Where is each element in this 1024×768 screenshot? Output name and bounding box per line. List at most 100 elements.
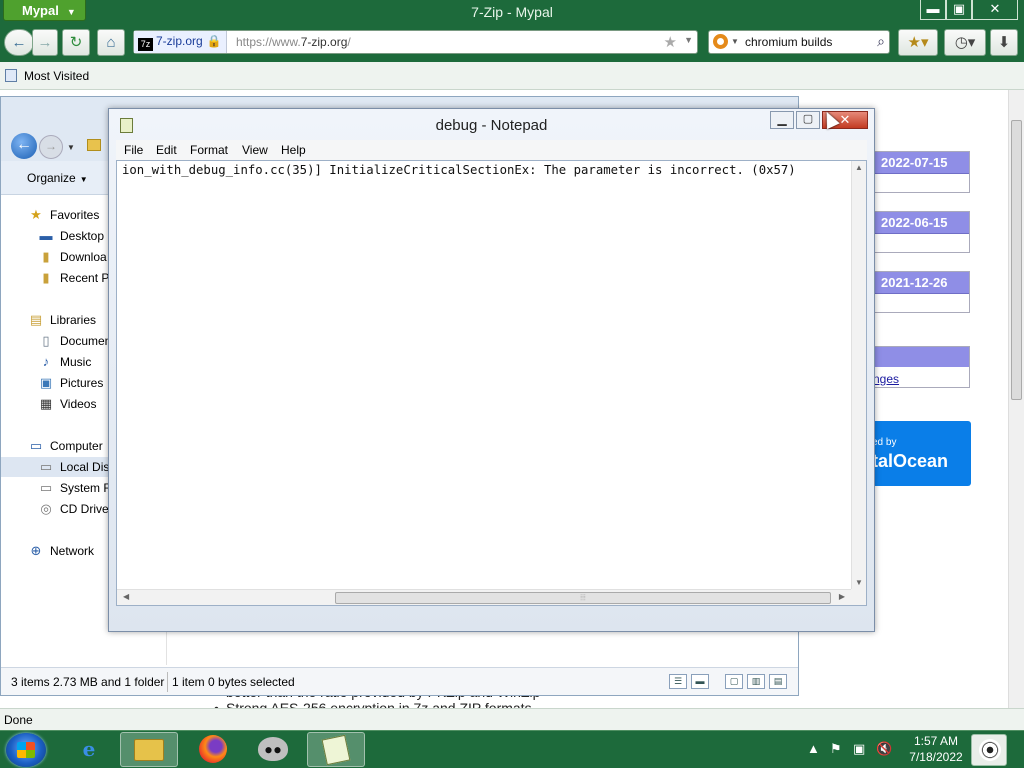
internet-explorer-icon: e	[82, 737, 96, 761]
url-suffix: /	[347, 35, 351, 49]
network-icon: ⊕	[30, 543, 42, 558]
downloads-button[interactable]: ⬇	[990, 29, 1018, 56]
nav-label: Computer	[50, 439, 103, 453]
url-text[interactable]: https://www.7-zip.org/	[236, 35, 351, 49]
taskbar-browser[interactable]	[184, 732, 242, 767]
reload-icon: ↻	[69, 34, 83, 51]
scroll-up-icon[interactable]: ▲	[855, 163, 863, 172]
cd-drive-icon: ◎	[40, 501, 52, 516]
taskbar-notepad[interactable]	[307, 732, 365, 767]
explorer-back-button[interactable]: ←	[11, 133, 37, 159]
news-item: 2022-06-15	[872, 211, 970, 253]
soccer-ball-icon	[979, 739, 1001, 761]
details-pane-icon[interactable]: ▥	[747, 674, 765, 689]
preview-pane-icon[interactable]: ▢	[725, 674, 743, 689]
star-icon: ★	[30, 207, 42, 222]
show-hidden-icons[interactable]: ▲	[807, 741, 820, 756]
action-center-flag-icon[interactable]: ⚑	[830, 741, 842, 757]
desktop-icon: ▬	[39, 228, 53, 243]
history-button[interactable]: ◷▾	[944, 29, 986, 56]
navigation-toolbar: ← → ↻ ⌂ 7z 7-zip.org 🔒 https://www.7-zip.o…	[0, 24, 1024, 62]
changes-link[interactable]: nges	[873, 372, 899, 386]
search-icon[interactable]: ⌕	[877, 33, 885, 50]
organize-menu[interactable]: Organize ▼	[27, 171, 88, 185]
nav-label: Desktop	[60, 229, 105, 243]
sponsor-banner[interactable]: ed by talOcean	[872, 421, 971, 486]
bookmarks-menu-button[interactable]: ★▾	[898, 29, 938, 56]
chevron-down-icon[interactable]: ▼	[67, 143, 75, 152]
text-line: ion_with_debug_info.cc(35)] InitializeCr…	[122, 163, 796, 177]
close-button[interactable]: ✕	[972, 0, 1018, 20]
layout-icon[interactable]: ▤	[769, 674, 787, 689]
explorer-forward-button[interactable]: →	[39, 135, 63, 159]
music-icon: ♪	[42, 354, 50, 369]
videos-icon: ▦	[39, 396, 53, 411]
notepad-icon	[321, 734, 351, 766]
minimize-button[interactable]: ▬	[920, 0, 946, 20]
taskbar-internet-explorer[interactable]: e	[60, 732, 118, 767]
back-button[interactable]: ←	[4, 29, 34, 56]
start-button[interactable]	[6, 733, 46, 767]
organize-label: Organize	[27, 171, 76, 185]
most-visited-link[interactable]: Most Visited	[24, 69, 89, 83]
home-icon: ⌂	[106, 34, 116, 51]
sponsor-name: talOcean	[872, 451, 949, 471]
minimize-button[interactable]: ▁	[770, 111, 794, 129]
details-view-icon[interactable]: ☰	[669, 674, 687, 689]
bookmark-star-icon[interactable]: ★	[664, 33, 677, 51]
computer-icon: ▭	[29, 438, 43, 453]
scrollbar-thumb[interactable]: ⦙⦙⦙	[335, 592, 831, 604]
clock-icon: ◷▾	[954, 34, 976, 51]
disk-icon: ▭	[39, 480, 53, 495]
network-status-icon[interactable]: ▣	[853, 741, 865, 757]
search-engine-icon[interactable]	[713, 34, 728, 49]
menu-edit[interactable]: Edit	[156, 143, 177, 157]
volume-muted-icon[interactable]: 🔇	[876, 741, 892, 757]
recent-places-icon: ▮	[42, 270, 50, 285]
scroll-down-icon[interactable]: ▼	[855, 578, 863, 587]
chevron-down-icon[interactable]: ▼	[731, 37, 739, 46]
home-button[interactable]: ⌂	[97, 29, 125, 56]
maximize-button[interactable]: ▣	[946, 0, 972, 20]
libraries-icon: ▤	[29, 312, 43, 327]
page-scrollbar[interactable]	[1008, 90, 1024, 708]
scroll-right-icon[interactable]: ▶	[839, 592, 845, 601]
text-editor[interactable]: ion_with_debug_info.cc(35)] InitializeCr…	[116, 160, 867, 606]
windows-logo-icon	[17, 742, 35, 758]
firefox-icon	[199, 735, 227, 763]
vertical-scrollbar[interactable]: ▲ ▼	[851, 161, 866, 589]
show-desktop-button[interactable]	[971, 734, 1007, 766]
menu-file[interactable]: File	[124, 143, 143, 157]
site-identity-button[interactable]: 7z 7-zip.org 🔒	[134, 31, 227, 53]
taskbar-file-explorer[interactable]	[120, 732, 178, 767]
bookmarks-icon: ★▾	[907, 34, 929, 51]
horizontal-scrollbar[interactable]: ◀ ⦙⦙⦙ ▶	[117, 589, 851, 605]
scroll-left-icon[interactable]: ◀	[123, 592, 129, 601]
forward-button[interactable]: →	[32, 29, 58, 56]
clock-time[interactable]: 1:57 AM	[906, 734, 966, 748]
resize-grip[interactable]	[851, 589, 866, 605]
taskbar-app[interactable]	[244, 732, 302, 767]
search-input[interactable]: chromium builds	[745, 35, 832, 49]
browser-titlebar: Mypal ▼ 7-Zip - Mypal ▬ ▣ ✕	[0, 0, 1024, 24]
nav-label: Network	[50, 544, 95, 558]
status-text: Done	[4, 713, 33, 727]
links-box: nges	[872, 346, 970, 388]
menu-help[interactable]: Help	[281, 143, 306, 157]
clock-date[interactable]: 7/18/2022	[906, 750, 966, 764]
maximize-button[interactable]: ▢	[796, 111, 820, 129]
url-dropdown-icon[interactable]: ▼	[684, 35, 693, 45]
menu-view[interactable]: View	[242, 143, 268, 157]
folder-icon	[5, 69, 17, 82]
url-bar[interactable]: 7z 7-zip.org 🔒 https://www.7-zip.org/ ★ ▼	[133, 30, 698, 54]
reload-button[interactable]: ↻	[62, 29, 90, 56]
menu-format[interactable]: Format	[190, 143, 228, 157]
taskbar: e ▲ ⚑ ▣ 🔇 1:57 AM 7/18/2022	[0, 730, 1024, 768]
nav-label: Music	[60, 355, 92, 369]
search-bar[interactable]: ▼ chromium builds ⌕	[708, 30, 890, 54]
bookmarks-toolbar: Most Visited	[0, 62, 1024, 90]
scrollbar-thumb[interactable]	[1011, 120, 1022, 400]
thumbnails-view-icon[interactable]: ▬	[691, 674, 709, 689]
nav-label: Libraries	[50, 313, 97, 327]
site-identity-label: 7-zip.org	[156, 34, 203, 48]
